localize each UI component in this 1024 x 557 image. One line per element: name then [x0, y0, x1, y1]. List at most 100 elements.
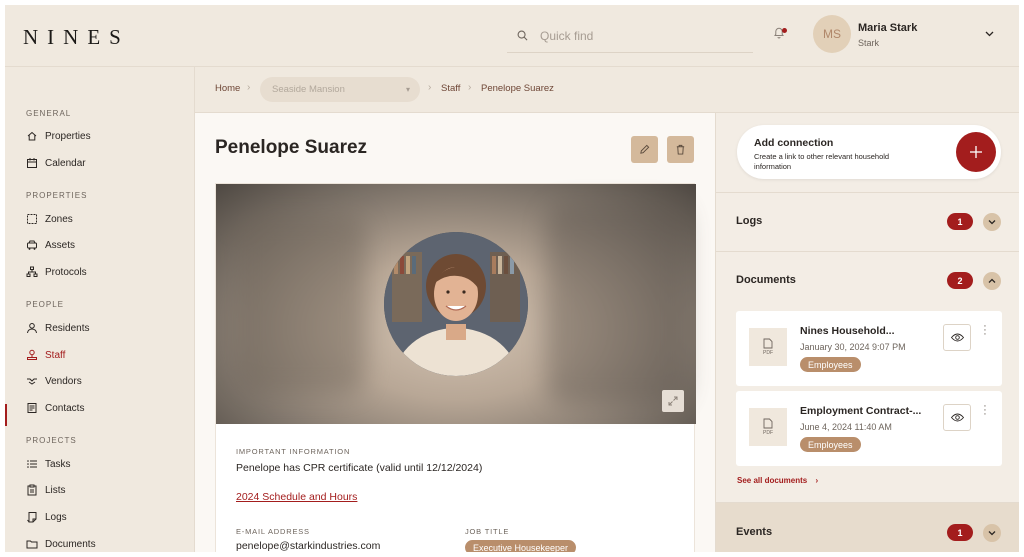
job-title-chip: Executive Housekeeper	[465, 540, 577, 552]
zones-icon	[27, 214, 37, 224]
document-item[interactable]: PDF Nines Household... January 30, 2024 …	[736, 311, 1002, 386]
sidebar-item-lists[interactable]: Lists	[26, 482, 66, 498]
eye-icon	[950, 413, 964, 422]
caret-down-icon: ▾	[405, 85, 410, 94]
contacts-icon	[27, 403, 37, 413]
breadcrumb: Home › Seaside Mansion ▾ › Staff › Penel…	[195, 67, 1019, 113]
profile-hero-image	[216, 184, 696, 424]
documents-panel-header[interactable]: Documents 2	[716, 251, 1019, 309]
job-title-label: JOB TITLE	[465, 527, 510, 536]
sidebar-item-contacts[interactable]: Contacts	[26, 400, 84, 416]
sidebar-item-staff[interactable]: Staff	[26, 347, 65, 363]
profile-photo	[384, 232, 528, 376]
active-indicator	[5, 404, 7, 426]
hero-blur	[546, 204, 686, 404]
more-options-icon[interactable]: · · ·	[982, 321, 988, 340]
log-icon	[27, 512, 37, 523]
sidebar-item-zones[interactable]: Zones	[26, 211, 73, 227]
documents-title: Documents	[736, 274, 796, 286]
sidebar-item-label: Contacts	[45, 402, 85, 414]
chevron-down-icon[interactable]	[985, 31, 994, 37]
sidebar-item-assets[interactable]: Assets	[26, 237, 75, 253]
sidebar-item-tasks[interactable]: Tasks	[26, 456, 71, 472]
folder-icon	[26, 540, 38, 549]
delete-button[interactable]	[667, 136, 694, 163]
search-placeholder: Quick find	[540, 28, 594, 43]
breadcrumb-current: Penelope Suarez	[481, 83, 554, 94]
staff-icon	[27, 349, 37, 360]
file-icon	[763, 418, 773, 429]
events-panel-header[interactable]: Events 1	[716, 502, 1019, 552]
sidebar-item-documents[interactable]: Documents	[26, 536, 96, 552]
schedule-link[interactable]: 2024 Schedule and Hours	[236, 491, 357, 503]
notification-dot	[782, 28, 787, 33]
chevron-up-icon	[988, 278, 996, 283]
logs-panel-header[interactable]: Logs 1	[716, 192, 1019, 250]
breadcrumb-home[interactable]: Home	[215, 83, 240, 94]
logs-expand-toggle[interactable]	[983, 213, 1001, 231]
email-value[interactable]: penelope@starkindustries.com	[236, 540, 380, 552]
breadcrumb-staff[interactable]: Staff	[441, 83, 460, 94]
sidebar-item-properties[interactable]: Properties	[26, 128, 91, 144]
page-title: Penelope Suarez	[215, 137, 368, 158]
eye-icon	[950, 333, 964, 342]
profile-photo-image	[384, 232, 528, 376]
pdf-thumbnail: PDF	[749, 408, 787, 446]
preview-button[interactable]	[943, 404, 971, 431]
search-input[interactable]: Quick find	[507, 19, 753, 53]
sidebar-item-protocols[interactable]: Protocols	[26, 264, 87, 280]
document-tag: Employees	[800, 437, 861, 452]
pdf-thumbnail: PDF	[749, 328, 787, 366]
sidebar-section-people: PEOPLE	[26, 300, 65, 309]
main-content: Penelope Suarez IMPORTANT INFORMATION Pe…	[195, 113, 715, 552]
file-type: PDF	[763, 350, 773, 356]
expand-icon	[668, 396, 678, 406]
add-connection-button[interactable]	[956, 132, 996, 172]
document-name[interactable]: Employment Contract-...	[800, 405, 921, 417]
sidebar-item-label: Protocols	[45, 266, 87, 278]
top-bar: NINES Quick find MS Maria Stark Stark	[5, 5, 1019, 67]
property-select[interactable]: Seaside Mansion ▾	[260, 77, 420, 102]
events-title: Events	[736, 526, 773, 538]
document-name[interactable]: Nines Household...	[800, 325, 895, 337]
hero-blur	[236, 214, 366, 394]
right-panel: Add connection Create a link to other re…	[715, 113, 1019, 552]
car-icon	[27, 240, 37, 250]
email-label: E-MAIL ADDRESS	[236, 527, 310, 536]
sidebar: GENERAL Properties Calendar PROPERTIES Z…	[5, 67, 195, 552]
sidebar-section-general: GENERAL	[26, 109, 72, 118]
document-date: June 4, 2024 11:40 AM	[800, 422, 892, 432]
avatar[interactable]: MS	[813, 15, 851, 53]
documents-collapse-toggle[interactable]	[983, 272, 1001, 290]
user-name[interactable]: Maria Stark	[858, 22, 917, 34]
sidebar-item-label: Assets	[45, 239, 76, 251]
person-icon	[27, 323, 37, 334]
sidebar-item-label: Staff	[45, 349, 66, 361]
edit-button[interactable]	[631, 136, 658, 163]
document-item[interactable]: PDF Employment Contract-... June 4, 2024…	[736, 391, 1002, 466]
sidebar-item-residents[interactable]: Residents	[26, 320, 89, 336]
important-info-value: Penelope has CPR certificate (valid unti…	[236, 462, 483, 474]
handshake-icon	[27, 378, 37, 385]
see-all-label: See all documents	[737, 476, 808, 485]
logs-count-badge: 1	[947, 213, 973, 230]
sidebar-item-vendors[interactable]: Vendors	[26, 373, 82, 389]
sidebar-item-label: Residents	[45, 322, 90, 334]
add-connection-card[interactable]: Add connection Create a link to other re…	[737, 125, 1001, 179]
see-all-documents-link[interactable]: See all documents ›	[737, 476, 818, 485]
expand-image-button[interactable]	[662, 390, 684, 412]
trash-icon	[676, 144, 685, 155]
events-expand-toggle[interactable]	[983, 524, 1001, 542]
user-org: Stark	[858, 38, 880, 48]
documents-count-badge: 2	[947, 272, 973, 289]
app-logo[interactable]: NINES	[23, 25, 130, 50]
add-connection-description: Create a link to other relevant househol…	[754, 152, 890, 171]
breadcrumb-separator: ›	[468, 82, 472, 93]
profile-card: IMPORTANT INFORMATION Penelope has CPR c…	[215, 183, 696, 552]
more-options-icon[interactable]: · · ·	[982, 401, 988, 420]
important-info-label: IMPORTANT INFORMATION	[236, 447, 351, 456]
preview-button[interactable]	[943, 324, 971, 351]
sidebar-item-calendar[interactable]: Calendar	[26, 155, 86, 171]
sidebar-item-logs[interactable]: Logs	[26, 509, 67, 525]
app-window: NINES Quick find MS Maria Stark Stark GE…	[5, 5, 1019, 552]
